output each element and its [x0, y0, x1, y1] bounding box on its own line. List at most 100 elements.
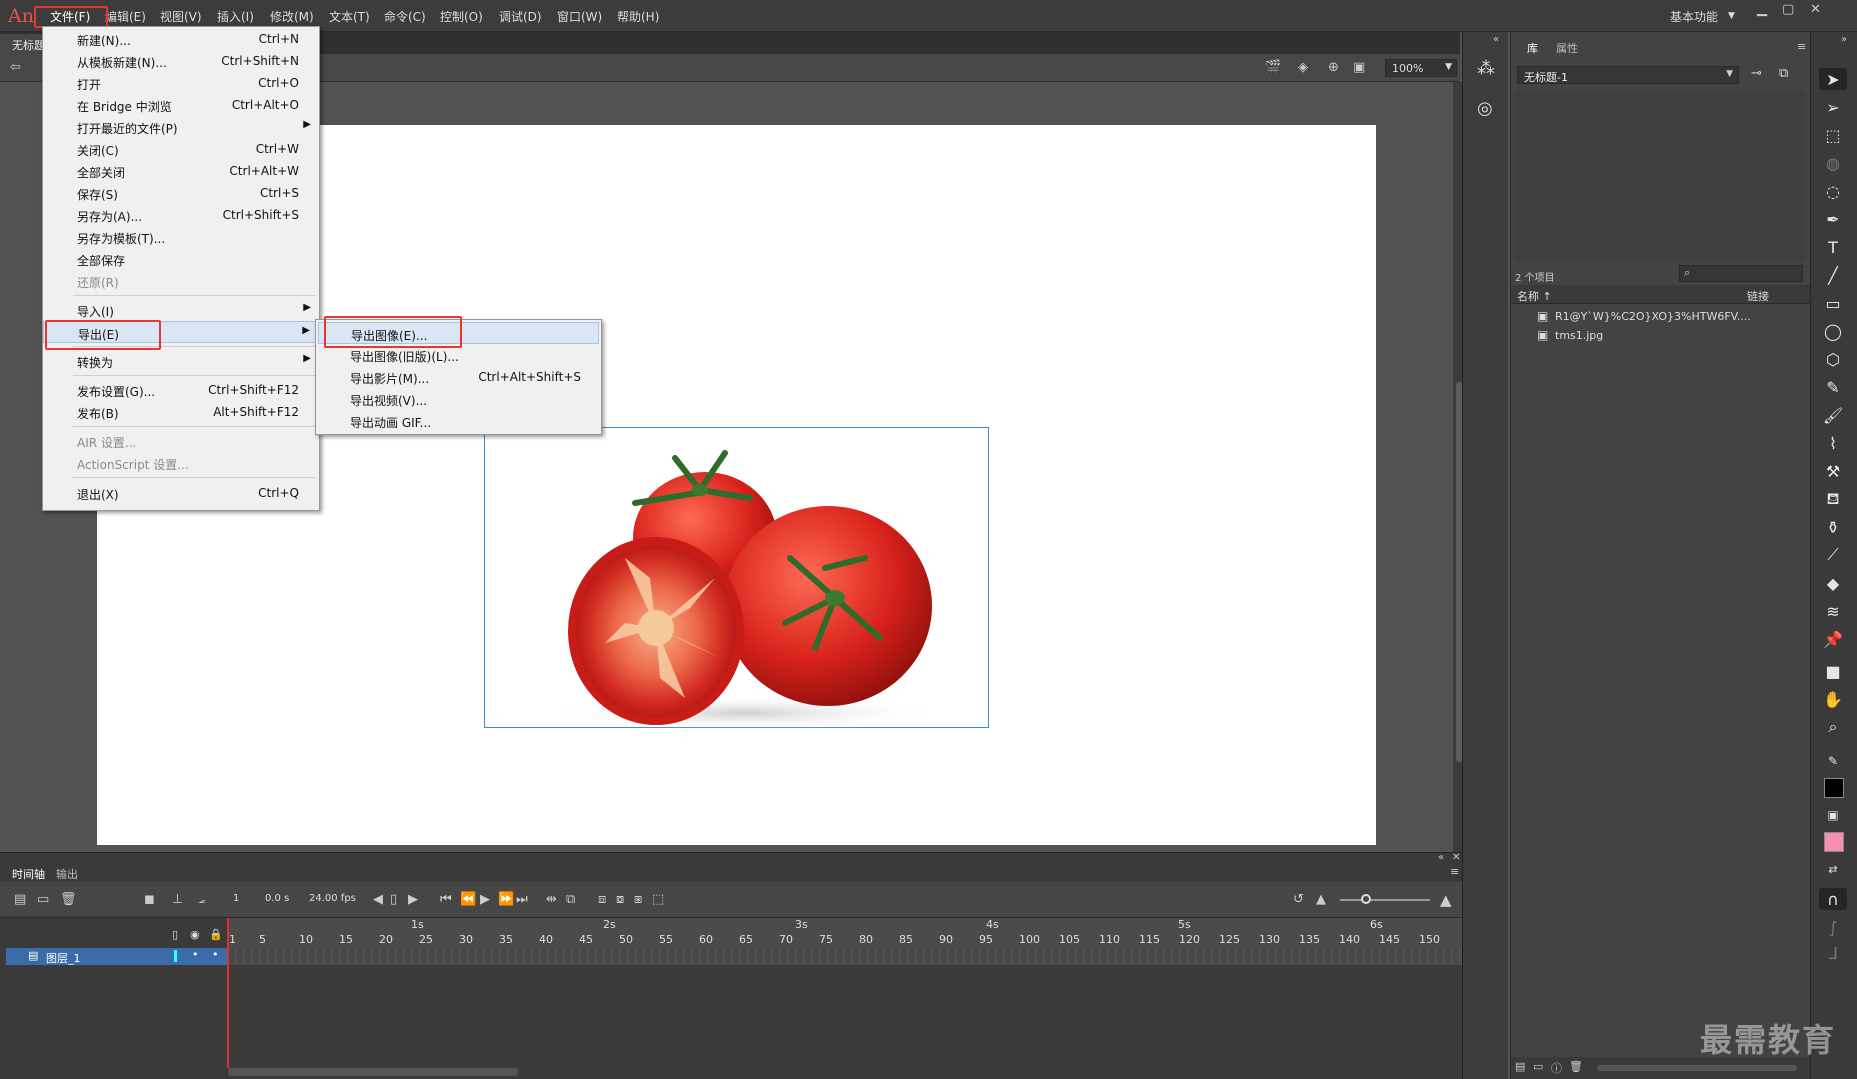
zoom-in-frames-icon[interactable]: ▲ — [1440, 891, 1452, 909]
tab-properties[interactable]: 属性 — [1556, 40, 1578, 56]
menu-window[interactable]: 窗口(W) — [557, 8, 602, 25]
current-time[interactable]: 0.0 s — [265, 893, 289, 904]
file-menu-save-as-template[interactable]: 另存为模板(T)... — [43, 226, 319, 248]
onion-skin-icon[interactable]: ⧉ — [566, 892, 575, 907]
workspace-switcher[interactable]: 基本功能 — [1670, 8, 1718, 25]
tools-collapse-icon[interactable]: » — [1841, 34, 1847, 45]
file-menu-new[interactable]: 新建(N)... Ctrl+N — [43, 28, 319, 50]
panel-menu-icon[interactable]: ≡ — [1450, 865, 1459, 878]
pencil-tool-icon[interactable]: ✎ — [1819, 376, 1847, 398]
menu-control[interactable]: 控制(O) — [440, 8, 483, 25]
center-stage-icon[interactable]: ⊕ — [1328, 60, 1339, 75]
frame-selection-icon[interactable]: ⬚ — [652, 892, 664, 907]
library-document-select[interactable]: 无标题-1 ▼ — [1517, 66, 1739, 84]
pen-tool-icon[interactable]: ✒ — [1819, 208, 1847, 230]
new-folder-icon[interactable]: ▭ — [1533, 1060, 1543, 1073]
ink-bottle-tool-icon[interactable]: ⚱ — [1819, 516, 1847, 538]
column-name[interactable]: 名称 ↑ — [1517, 288, 1552, 304]
eyedropper-tool-icon[interactable]: ⟋ — [1819, 544, 1847, 566]
step-forward-icon[interactable]: ⏩ — [498, 892, 514, 907]
lock-icon[interactable]: 🔒 — [209, 928, 223, 941]
column-linkage[interactable]: 链接 — [1747, 288, 1769, 304]
polystar-tool-icon[interactable]: ⬡ — [1819, 348, 1847, 370]
lock-dot-icon[interactable]: • — [212, 948, 219, 961]
properties-icon[interactable]: ⓘ — [1551, 1060, 1562, 1076]
last-frame-icon[interactable]: ⏭ — [516, 892, 528, 907]
tab-timeline[interactable]: 时间轴 — [12, 866, 45, 882]
back-icon[interactable]: ⇦ — [10, 60, 21, 75]
library-item[interactable]: ▣ tms1.jpg — [1511, 327, 1811, 345]
file-menu-open[interactable]: 打开 Ctrl+O — [43, 72, 319, 94]
current-frame[interactable]: 1 — [233, 893, 239, 904]
document-tab[interactable]: 无标题 — [0, 34, 42, 54]
pin-icon[interactable]: ⊸ — [1751, 66, 1762, 81]
loop-icon[interactable]: ⇹ — [546, 892, 557, 907]
file-menu-publish-settings[interactable]: 发布设置(G)... Ctrl+Shift+F12 — [43, 379, 319, 401]
bone-tool-icon[interactable]: ⚒ — [1819, 460, 1847, 482]
close-icon[interactable]: ✕ — [1810, 2, 1821, 17]
onion-outline-icon[interactable]: ⧇ — [616, 892, 624, 907]
library-scrollbar[interactable] — [1597, 1065, 1797, 1071]
fill-color-swatch[interactable] — [1824, 832, 1844, 852]
new-layer-icon[interactable]: ▤ — [14, 892, 26, 907]
export-movie[interactable]: 导出影片(M)... Ctrl+Alt+Shift+S — [316, 366, 601, 388]
file-menu-new-from-template[interactable]: 从模板新建(N)... Ctrl+Shift+N — [43, 50, 319, 72]
file-menu-exit[interactable]: 退出(X) Ctrl+Q — [43, 482, 319, 504]
camera-icon[interactable]: ◼ — [144, 892, 155, 907]
frame-rate[interactable]: 24.00 fps — [309, 893, 356, 904]
workspace-chevron-icon[interactable]: ▼ — [1728, 11, 1735, 21]
new-library-panel-icon[interactable]: ⧉ — [1779, 66, 1788, 81]
paint-bucket-tool-icon[interactable]: ⛾ — [1819, 488, 1847, 510]
menu-modify[interactable]: 修改(M) — [270, 8, 314, 25]
width-tool-icon[interactable]: ≋ — [1819, 600, 1847, 622]
frame-zoom-handle[interactable] — [1361, 894, 1371, 904]
subselection-tool-icon[interactable]: ➢ — [1819, 96, 1847, 118]
layer-row[interactable]: ▤ 图层_1 • • — [6, 948, 228, 965]
menu-view[interactable]: 视图(V) — [160, 8, 202, 25]
smooth-icon[interactable]: ∫ — [1819, 916, 1847, 938]
new-symbol-icon[interactable]: ▤ — [1515, 1060, 1525, 1073]
new-folder-icon[interactable]: ▭ — [37, 892, 49, 907]
pin-tool-icon[interactable]: 📌 — [1819, 628, 1847, 650]
camera-tool-icon[interactable]: ■ — [1819, 660, 1847, 682]
file-menu-import[interactable]: 导入(I) ▶ — [43, 299, 319, 321]
symbol-icon[interactable]: ◈ — [1298, 60, 1308, 75]
file-menu-open-recent[interactable]: 打开最近的文件(P) ▶ — [43, 116, 319, 138]
oval-tool-icon[interactable]: ◯ — [1819, 320, 1847, 342]
layer-name[interactable]: 图层_1 — [46, 950, 81, 966]
text-tool-icon[interactable]: T — [1819, 236, 1847, 258]
zoom-select[interactable]: 100% ▼ — [1385, 59, 1457, 77]
clip-stage-icon[interactable]: ▣ — [1353, 60, 1365, 75]
tomato-image[interactable] — [484, 427, 989, 731]
eraser-tool-icon[interactable]: ◆ — [1819, 572, 1847, 594]
paint-brush-tool-icon[interactable]: 🖌 — [1819, 404, 1847, 426]
delete-icon[interactable]: 🗑 — [60, 892, 77, 907]
parent-icon[interactable]: ⊥ — [172, 892, 183, 907]
file-menu-save[interactable]: 保存(S) Ctrl+S — [43, 182, 319, 204]
straighten-icon[interactable]: ᒧ — [1819, 942, 1847, 964]
onion-markers-icon[interactable]: ⧆ — [634, 892, 642, 907]
cc-libraries-icon[interactable]: ◎ — [1477, 98, 1493, 119]
snap-to-objects-icon[interactable]: ∩ — [1819, 888, 1847, 910]
selection-tool-icon[interactable]: ➤ — [1819, 68, 1847, 90]
file-menu-close-all[interactable]: 全部关闭 Ctrl+Alt+W — [43, 160, 319, 182]
zoom-out-frames-icon[interactable]: ▲ — [1316, 892, 1326, 907]
free-transform-tool-icon[interactable]: ⬚ — [1819, 124, 1847, 146]
menu-commands[interactable]: 命令(C) — [384, 8, 426, 25]
zoom-tool-icon[interactable]: ⌕ — [1819, 716, 1847, 738]
timeline-horizontal-scrollbar[interactable] — [228, 1068, 518, 1076]
hand-tool-icon[interactable]: ✋ — [1819, 688, 1847, 710]
file-menu-publish[interactable]: 发布(B) Alt+Shift+F12 — [43, 401, 319, 423]
export-animated-gif[interactable]: 导出动画 GIF... — [316, 410, 601, 432]
library-search-input[interactable]: ⌕ — [1679, 265, 1803, 282]
stroke-color-swatch[interactable] — [1824, 778, 1844, 798]
file-menu-save-as[interactable]: 另存为(A)... Ctrl+Shift+S — [43, 204, 319, 226]
step-back-icon[interactable]: ⏪ — [460, 892, 476, 907]
frame-ruler[interactable]: 1s 2s 3s 4s 5s 6s 1 5 10 15 20 25 30 35 … — [227, 918, 1462, 948]
frame-zoom-slider[interactable] — [1340, 899, 1430, 901]
clip-icon[interactable]: 🎬 — [1265, 60, 1281, 75]
file-menu-save-all[interactable]: 全部保存 — [43, 248, 319, 270]
lock-all-icon[interactable]: ▯ — [172, 928, 178, 941]
export-video[interactable]: 导出视频(V)... — [316, 388, 601, 410]
maximize-icon[interactable]: ▢ — [1782, 2, 1794, 17]
